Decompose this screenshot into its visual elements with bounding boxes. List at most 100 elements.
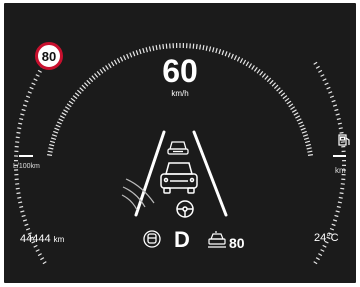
gauge-tick (269, 79, 274, 85)
gauge-tick (61, 112, 67, 116)
gauge-tick (236, 56, 241, 62)
gauge-tick (132, 51, 136, 57)
gauge-tick (77, 89, 82, 94)
gauge-tick (25, 227, 31, 231)
gauge-tick (18, 201, 23, 204)
gauge-tick (298, 121, 304, 125)
gauge-tick (99, 68, 104, 74)
gauge-tick (315, 65, 320, 69)
gauge-tick (16, 192, 21, 195)
gauge-tick (291, 109, 297, 113)
gauge-tick (340, 141, 345, 143)
gauge-tick (233, 55, 238, 61)
gauge-tick (339, 192, 344, 195)
gauge-tick (230, 53, 234, 59)
gauge-tick (17, 127, 22, 130)
gauge-tick (208, 46, 212, 52)
gauge-tick (337, 201, 342, 204)
gauge-tick (338, 127, 343, 130)
gauge-tick (158, 44, 161, 50)
gauge-tick (116, 58, 121, 64)
gauge-tick (21, 214, 26, 218)
gauge-tick (29, 86, 34, 90)
gauge-tick (324, 82, 329, 86)
gauge-tick (79, 87, 84, 92)
gauge-tick (51, 134, 58, 137)
gauge-tick (256, 68, 261, 74)
gauge-tick (266, 77, 272, 83)
gauge-tick (64, 106, 70, 111)
odometer-value: 44444 (20, 233, 51, 245)
gauge-tick (58, 118, 64, 122)
ego-vehicle-icon (160, 162, 198, 194)
gauge-tick (18, 122, 23, 125)
left-gauge-dash (19, 155, 33, 157)
gauge-tick (245, 61, 250, 67)
gauge-tick (301, 130, 307, 134)
gauge-tick (74, 92, 80, 97)
right-gauge-dash (333, 155, 346, 157)
gauge-tick (227, 52, 231, 58)
adaptive-cruise-icon (208, 231, 226, 248)
gauge-tick (152, 45, 155, 51)
gauge-tick (253, 66, 258, 72)
gauge-tick (47, 154, 53, 156)
gauge-tick (307, 154, 313, 156)
gauge-tick (276, 87, 281, 92)
gauge-tick (25, 95, 31, 99)
gauge-tick (339, 131, 344, 134)
gauge-tick (31, 82, 36, 86)
gauge-tick (340, 183, 345, 185)
gauge-tick (83, 82, 89, 87)
outside-temperature: 24°C (314, 232, 339, 244)
gauge-tick (122, 55, 127, 61)
gauge-tick (105, 65, 109, 70)
gauge-tick (335, 113, 340, 116)
gauge-tick (303, 137, 310, 140)
gauge-tick (320, 74, 325, 77)
gauge-tick (15, 183, 20, 185)
gauge-tick (24, 223, 29, 227)
gauge-tick (340, 187, 345, 190)
speed-unit: km/h (171, 89, 189, 98)
gauge-tick (59, 115, 65, 119)
gauge-tick (17, 196, 22, 199)
gauge-tick (195, 44, 198, 50)
gauge-tick (322, 78, 327, 82)
gauge-tick (20, 113, 25, 116)
gauge-tick (315, 257, 320, 261)
gauge-tick (282, 95, 288, 100)
gauge-tick (126, 53, 130, 59)
gauge-tick (322, 244, 327, 248)
gauge-tick (63, 109, 69, 113)
speed-limit-value: 80 (41, 48, 57, 64)
gauge-tick (329, 227, 335, 231)
gauge-tick (300, 127, 306, 131)
gauge-tick (304, 140, 311, 144)
gauge-tick (68, 100, 74, 105)
gauge-tick (305, 143, 311, 147)
gauge-tick (334, 108, 339, 112)
gauge-tick (35, 249, 40, 252)
gauge-tick (50, 137, 57, 140)
gauge-tick (113, 59, 118, 65)
gauge-tick (27, 91, 32, 94)
gauge-tick (318, 69, 323, 73)
gauge-tick (261, 73, 266, 78)
gauge-tick (192, 43, 195, 49)
speed-value: 60 (162, 53, 198, 89)
gauge-tick (42, 261, 47, 265)
gauge-tick (48, 147, 54, 150)
gauge-tick (331, 223, 336, 227)
lead-vehicle-icon (167, 141, 189, 155)
gauge-tick (278, 89, 283, 94)
gauge-tick (145, 47, 148, 53)
gauge-tick (19, 118, 24, 121)
gauge-tick (280, 92, 286, 97)
gauge-tick (299, 124, 305, 128)
gauge-tick (215, 48, 218, 54)
range-unit-label: km (335, 166, 346, 175)
gauge-tick (326, 86, 331, 90)
gauge-tick (162, 44, 165, 50)
gauge-tick (284, 97, 290, 102)
